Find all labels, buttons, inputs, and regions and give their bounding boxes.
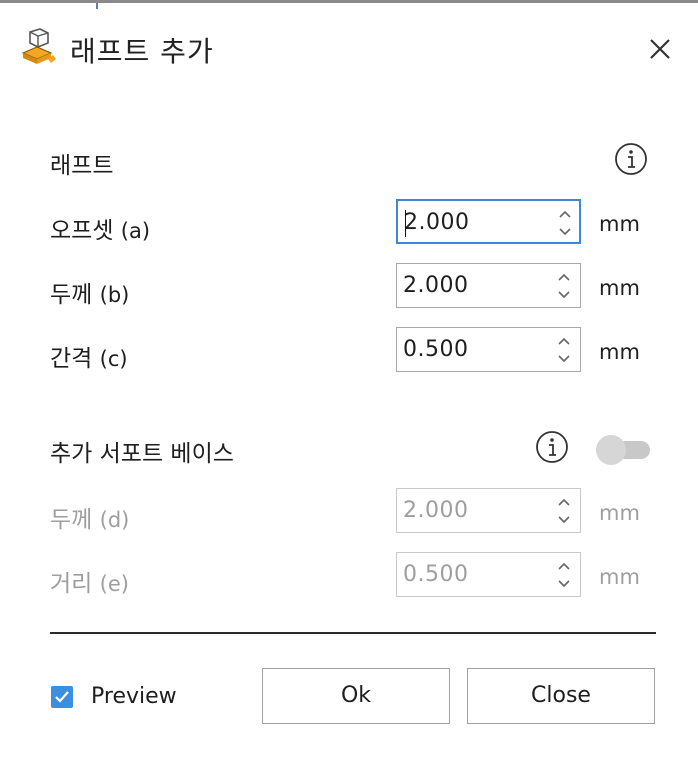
offset-label-sub: (a): [120, 219, 151, 243]
preview-label[interactable]: Preview: [91, 684, 177, 709]
thickness-spinbox[interactable]: 2.000: [396, 263, 581, 308]
spin-down-icon: [558, 516, 570, 524]
spin-up-icon: [558, 562, 570, 570]
base-distance-unit: mm: [599, 565, 640, 589]
base-thickness-value: 2.000: [403, 498, 469, 523]
close-button[interactable]: Close: [467, 668, 655, 724]
thickness-label-text: 두께: [50, 282, 93, 308]
ok-button[interactable]: Ok: [262, 668, 450, 724]
preview-checkbox[interactable]: [51, 686, 73, 708]
section-divider: [50, 632, 656, 634]
text-caret: [405, 210, 406, 237]
spin-up-icon[interactable]: [557, 272, 571, 282]
spin-up-icon[interactable]: [558, 209, 572, 219]
gap-label: 간격 (c): [50, 339, 128, 373]
support-base-heading: 추가 서포트 베이스: [50, 441, 234, 467]
offset-value[interactable]: 2.000: [404, 210, 469, 235]
base-distance-label-text: 거리: [50, 571, 93, 597]
base-thickness-label: 두께 (d): [50, 500, 129, 534]
gap-unit: mm: [599, 340, 640, 364]
gap-value[interactable]: 0.500: [403, 337, 468, 362]
offset-spinbox[interactable]: 2.000: [396, 199, 581, 244]
base-thickness-label-sub: (d): [99, 508, 130, 532]
spin-up-icon: [558, 498, 570, 506]
base-distance-spinbox: 0.500: [396, 552, 581, 597]
base-distance-label-sub: (e): [99, 572, 129, 596]
offset-label: 오프셋 (a): [50, 211, 150, 245]
raft-section-heading: 래프트: [50, 153, 114, 179]
info-icon[interactable]: [614, 142, 648, 176]
gap-spinbox[interactable]: 0.500: [396, 327, 581, 372]
thickness-label: 두께 (b): [50, 275, 129, 309]
thickness-unit: mm: [599, 276, 640, 300]
info-icon[interactable]: [535, 430, 569, 464]
thickness-value[interactable]: 2.000: [403, 273, 468, 298]
offset-label-text: 오프셋: [50, 218, 114, 244]
spin-down-icon: [558, 580, 570, 588]
checkmark-icon: [55, 691, 69, 703]
window-edge-mark: [96, 3, 98, 9]
base-thickness-spinbox: 2.000: [396, 488, 581, 533]
spin-up-icon[interactable]: [557, 336, 571, 346]
gap-label-text: 간격: [50, 346, 93, 372]
close-icon[interactable]: [642, 31, 678, 67]
offset-unit: mm: [599, 212, 640, 236]
spin-down-icon[interactable]: [557, 354, 571, 364]
base-thickness-unit: mm: [599, 501, 640, 525]
support-base-toggle[interactable]: [594, 433, 652, 467]
raft-object-icon: [21, 28, 56, 64]
gap-label-sub: (c): [99, 347, 128, 371]
dialog-title: 래프트 추가: [70, 35, 214, 68]
base-distance-label: 거리 (e): [50, 564, 129, 598]
spin-down-icon[interactable]: [558, 227, 572, 237]
spin-down-icon[interactable]: [557, 290, 571, 300]
thickness-label-sub: (b): [99, 283, 130, 307]
window-top-edge: [0, 0, 698, 9]
base-thickness-label-text: 두께: [50, 507, 93, 533]
base-distance-value: 0.500: [403, 562, 469, 587]
